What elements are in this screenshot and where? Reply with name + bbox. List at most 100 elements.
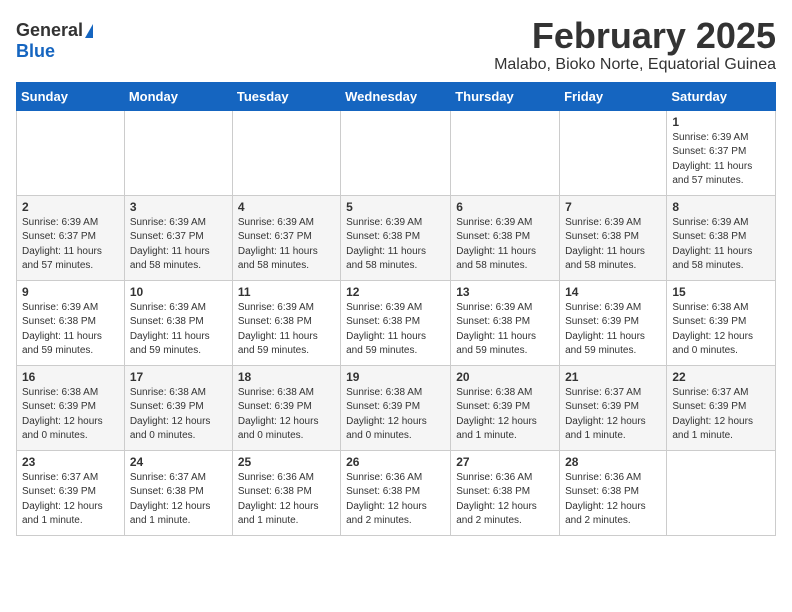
day-info: Sunrise: 6:38 AM Sunset: 6:39 PM Dayligh…: [456, 386, 554, 444]
calendar-week-row: 9Sunrise: 6:39 AM Sunset: 6:38 PM Daylig…: [17, 280, 776, 365]
day-info: Sunrise: 6:37 AM Sunset: 6:39 PM Dayligh…: [672, 386, 770, 444]
table-row: 25 Sunrise: 6:36 AM Sunset: 6:38 PM Dayli…: [232, 450, 340, 535]
day-number: 27: [456, 455, 554, 469]
table-row: 14 Sunrise: 6:39 AM Sunset: 6:39 PM Dayli…: [560, 280, 667, 365]
day-number: 19: [346, 370, 445, 384]
col-friday: Friday: [560, 82, 667, 110]
day-number: 2: [22, 200, 119, 214]
day-number: 16: [22, 370, 119, 384]
day-info: Sunrise: 6:37 AM Sunset: 6:39 PM Dayligh…: [565, 386, 661, 444]
table-row: 2 Sunrise: 6:39 AM Sunset: 6:37 PM Daylig…: [17, 195, 125, 280]
day-info: Sunrise: 6:39 AM Sunset: 6:38 PM Dayligh…: [22, 301, 119, 359]
day-number: 24: [130, 455, 227, 469]
day-number: 13: [456, 285, 554, 299]
day-number: 25: [238, 455, 335, 469]
day-info: Sunrise: 6:39 AM Sunset: 6:37 PM Dayligh…: [238, 216, 335, 274]
table-row: 10 Sunrise: 6:39 AM Sunset: 6:38 PM Dayli…: [124, 280, 232, 365]
table-row: [560, 110, 667, 195]
calendar-week-row: 23 Sunrise: 6:37 AM Sunset: 6:39 PM Dayli…: [17, 450, 776, 535]
table-row: [341, 110, 451, 195]
table-row: [667, 450, 776, 535]
logo-general-text: General: [16, 20, 83, 41]
table-row: 3 Sunrise: 6:39 AM Sunset: 6:37 PM Daylig…: [124, 195, 232, 280]
calendar-week-row: 2 Sunrise: 6:39 AM Sunset: 6:37 PM Daylig…: [17, 195, 776, 280]
table-row: 22 Sunrise: 6:37 AM Sunset: 6:39 PM Dayli…: [667, 365, 776, 450]
day-number: 18: [238, 370, 335, 384]
table-row: 1 Sunrise: 6:39 AM Sunset: 6:37 PM Daylig…: [667, 110, 776, 195]
table-row: [232, 110, 340, 195]
day-info: Sunrise: 6:39 AM Sunset: 6:37 PM Dayligh…: [130, 216, 227, 274]
calendar-header-row: Sunday Monday Tuesday Wednesday Thursday…: [17, 82, 776, 110]
logo: General Blue: [16, 20, 93, 62]
day-info: Sunrise: 6:39 AM Sunset: 6:38 PM Dayligh…: [456, 301, 554, 359]
calendar-week-row: 16 Sunrise: 6:38 AM Sunset: 6:39 PM Dayli…: [17, 365, 776, 450]
logo-blue-text: Blue: [16, 41, 55, 62]
col-tuesday: Tuesday: [232, 82, 340, 110]
day-info: Sunrise: 6:37 AM Sunset: 6:38 PM Dayligh…: [130, 471, 227, 529]
table-row: 16 Sunrise: 6:38 AM Sunset: 6:39 PM Dayli…: [17, 365, 125, 450]
day-number: 10: [130, 285, 227, 299]
calendar-week-row: 1 Sunrise: 6:39 AM Sunset: 6:37 PM Daylig…: [17, 110, 776, 195]
day-number: 21: [565, 370, 661, 384]
day-info: Sunrise: 6:36 AM Sunset: 6:38 PM Dayligh…: [346, 471, 445, 529]
day-info: Sunrise: 6:38 AM Sunset: 6:39 PM Dayligh…: [22, 386, 119, 444]
table-row: 28Sunrise: 6:36 AM Sunset: 6:38 PM Dayli…: [560, 450, 667, 535]
day-number: 26: [346, 455, 445, 469]
day-number: 3: [130, 200, 227, 214]
table-row: 26 Sunrise: 6:36 AM Sunset: 6:38 PM Dayli…: [341, 450, 451, 535]
day-info: Sunrise: 6:37 AM Sunset: 6:39 PM Dayligh…: [22, 471, 119, 529]
table-row: 21 Sunrise: 6:37 AM Sunset: 6:39 PM Dayli…: [560, 365, 667, 450]
day-info: Sunrise: 6:38 AM Sunset: 6:39 PM Dayligh…: [346, 386, 445, 444]
day-info: Sunrise: 6:39 AM Sunset: 6:38 PM Dayligh…: [130, 301, 227, 359]
day-number: 22: [672, 370, 770, 384]
day-number: 7: [565, 200, 661, 214]
table-row: [124, 110, 232, 195]
day-info: Sunrise: 6:38 AM Sunset: 6:39 PM Dayligh…: [130, 386, 227, 444]
day-number: 6: [456, 200, 554, 214]
day-number: 14: [565, 285, 661, 299]
day-info: Sunrise: 6:39 AM Sunset: 6:38 PM Dayligh…: [456, 216, 554, 274]
day-info: Sunrise: 6:39 AM Sunset: 6:38 PM Dayligh…: [238, 301, 335, 359]
day-number: 11: [238, 285, 335, 299]
table-row: [17, 110, 125, 195]
table-row: 23 Sunrise: 6:37 AM Sunset: 6:39 PM Dayli…: [17, 450, 125, 535]
table-row: 6 Sunrise: 6:39 AM Sunset: 6:38 PM Daylig…: [451, 195, 560, 280]
table-row: 11 Sunrise: 6:39 AM Sunset: 6:38 PM Dayli…: [232, 280, 340, 365]
col-thursday: Thursday: [451, 82, 560, 110]
table-row: 12 Sunrise: 6:39 AM Sunset: 6:38 PM Dayli…: [341, 280, 451, 365]
day-number: 17: [130, 370, 227, 384]
page-subtitle: Malabo, Bioko Norte, Equatorial Guinea: [494, 56, 776, 74]
day-number: 8: [672, 200, 770, 214]
day-info: Sunrise: 6:39 AM Sunset: 6:38 PM Dayligh…: [346, 301, 445, 359]
day-info: Sunrise: 6:38 AM Sunset: 6:39 PM Dayligh…: [238, 386, 335, 444]
table-row: 17 Sunrise: 6:38 AM Sunset: 6:39 PM Dayli…: [124, 365, 232, 450]
table-row: 8 Sunrise: 6:39 AM Sunset: 6:38 PM Daylig…: [667, 195, 776, 280]
day-number: 5: [346, 200, 445, 214]
table-row: 9Sunrise: 6:39 AM Sunset: 6:38 PM Daylig…: [17, 280, 125, 365]
day-info: Sunrise: 6:39 AM Sunset: 6:37 PM Dayligh…: [22, 216, 119, 274]
table-row: 27Sunrise: 6:36 AM Sunset: 6:38 PM Dayli…: [451, 450, 560, 535]
page-header: General Blue February 2025 Malabo, Bioko…: [16, 16, 776, 74]
day-info: Sunrise: 6:39 AM Sunset: 6:38 PM Dayligh…: [672, 216, 770, 274]
day-info: Sunrise: 6:39 AM Sunset: 6:39 PM Dayligh…: [565, 301, 661, 359]
table-row: 24 Sunrise: 6:37 AM Sunset: 6:38 PM Dayli…: [124, 450, 232, 535]
day-number: 23: [22, 455, 119, 469]
col-wednesday: Wednesday: [341, 82, 451, 110]
table-row: 5Sunrise: 6:39 AM Sunset: 6:38 PM Daylig…: [341, 195, 451, 280]
table-row: 19 Sunrise: 6:38 AM Sunset: 6:39 PM Dayli…: [341, 365, 451, 450]
day-info: Sunrise: 6:38 AM Sunset: 6:39 PM Dayligh…: [672, 301, 770, 359]
col-saturday: Saturday: [667, 82, 776, 110]
day-number: 12: [346, 285, 445, 299]
day-number: 28: [565, 455, 661, 469]
day-info: Sunrise: 6:36 AM Sunset: 6:38 PM Dayligh…: [238, 471, 335, 529]
col-sunday: Sunday: [17, 82, 125, 110]
day-number: 4: [238, 200, 335, 214]
table-row: [451, 110, 560, 195]
col-monday: Monday: [124, 82, 232, 110]
day-info: Sunrise: 6:39 AM Sunset: 6:37 PM Dayligh…: [672, 131, 770, 189]
logo-icon: [85, 24, 93, 38]
day-number: 1: [672, 115, 770, 129]
table-row: 20Sunrise: 6:38 AM Sunset: 6:39 PM Dayli…: [451, 365, 560, 450]
table-row: 15Sunrise: 6:38 AM Sunset: 6:39 PM Dayli…: [667, 280, 776, 365]
table-row: 4 Sunrise: 6:39 AM Sunset: 6:37 PM Daylig…: [232, 195, 340, 280]
